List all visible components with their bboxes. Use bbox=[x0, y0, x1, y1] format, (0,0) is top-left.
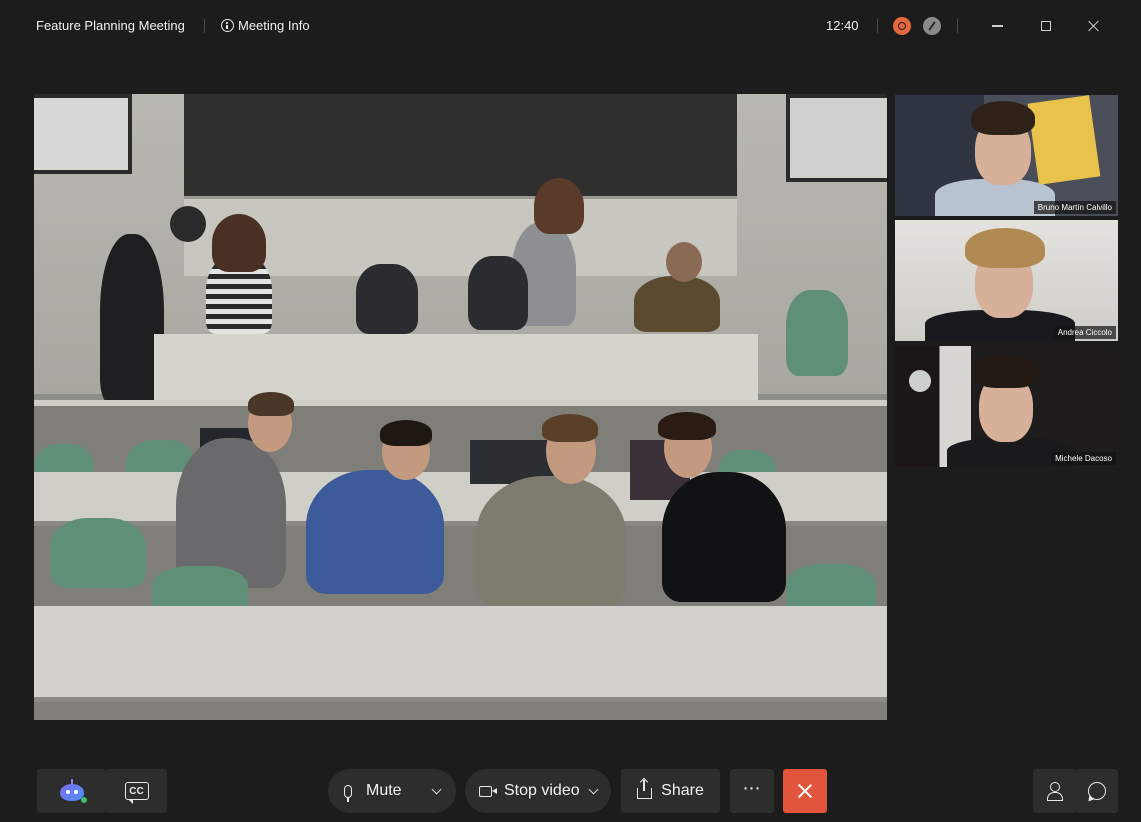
video-chair bbox=[786, 290, 848, 376]
participant-hair bbox=[965, 228, 1045, 268]
status-separator bbox=[957, 19, 958, 33]
video-person-hair bbox=[380, 420, 432, 446]
chevron-down-icon[interactable] bbox=[431, 784, 442, 794]
share-icon bbox=[637, 779, 653, 799]
video-person-hair bbox=[248, 392, 294, 416]
chat-button[interactable] bbox=[1076, 769, 1118, 813]
video-person bbox=[634, 276, 720, 332]
video-chair bbox=[468, 256, 528, 330]
closed-captions-button[interactable]: CC bbox=[106, 769, 167, 813]
chat-icon bbox=[1088, 782, 1106, 800]
maximize-button[interactable] bbox=[1032, 12, 1060, 40]
participant-tile[interactable]: Michele Dacoso bbox=[895, 346, 1118, 467]
end-call-button[interactable] bbox=[783, 769, 827, 813]
close-window-button[interactable] bbox=[1080, 12, 1108, 40]
video-person bbox=[476, 476, 626, 606]
video-person-hair bbox=[542, 414, 598, 442]
video-front-desk bbox=[154, 334, 758, 406]
share-label: Share bbox=[661, 782, 704, 799]
close-icon bbox=[1088, 20, 1100, 32]
video-person-head bbox=[534, 178, 584, 234]
video-blackboard bbox=[184, 94, 737, 196]
share-button[interactable]: Share bbox=[621, 769, 720, 813]
tile-book bbox=[1027, 95, 1101, 185]
participants-icon bbox=[1046, 782, 1064, 801]
video-person bbox=[662, 472, 786, 602]
mute-label: Mute bbox=[366, 782, 402, 799]
video-person-head bbox=[170, 206, 206, 242]
ai-assistant-icon bbox=[58, 779, 87, 803]
meeting-info-button[interactable]: Meeting Info bbox=[221, 18, 310, 33]
camera-icon bbox=[479, 785, 497, 797]
info-circle-icon bbox=[221, 19, 234, 32]
participants-button[interactable] bbox=[1033, 769, 1076, 813]
clock-separator bbox=[877, 19, 878, 33]
title-bar: Feature Planning Meeting Meeting Info 12… bbox=[0, 0, 1141, 52]
participant-tile[interactable]: Andrea Ciccolo bbox=[895, 220, 1118, 341]
video-person-head bbox=[666, 242, 702, 282]
video-person-hair bbox=[658, 412, 716, 440]
stop-video-label: Stop video bbox=[504, 782, 580, 799]
video-person-head bbox=[212, 214, 266, 272]
participant-tile[interactable]: Bruno Martín Calvillo bbox=[895, 95, 1118, 216]
participant-hair bbox=[973, 354, 1039, 388]
participant-hair bbox=[971, 101, 1035, 135]
video-wall-panel bbox=[184, 196, 737, 276]
participant-name: Andrea Ciccolo bbox=[1053, 326, 1116, 339]
video-monitor-right bbox=[786, 94, 887, 182]
microphone-icon bbox=[344, 784, 352, 802]
end-call-icon bbox=[797, 783, 813, 799]
participant-name: Bruno Martín Calvillo bbox=[1033, 201, 1116, 214]
chevron-down-icon[interactable] bbox=[588, 784, 599, 794]
minimize-button[interactable] bbox=[983, 12, 1011, 40]
closed-captions-icon: CC bbox=[124, 782, 149, 804]
video-chair bbox=[50, 518, 146, 588]
video-desk-row bbox=[34, 606, 887, 702]
maximize-icon bbox=[1041, 21, 1051, 31]
participant-name: Michele Dacoso bbox=[1051, 452, 1116, 465]
meeting-title: Feature Planning Meeting bbox=[36, 18, 185, 33]
main-video-stage[interactable] bbox=[34, 94, 887, 720]
title-separator bbox=[204, 19, 205, 33]
video-chair bbox=[356, 264, 418, 334]
video-person bbox=[306, 470, 444, 594]
tile-coin bbox=[909, 370, 931, 392]
meeting-clock: 12:40 bbox=[826, 18, 859, 33]
recording-indicator-icon[interactable] bbox=[893, 17, 911, 35]
video-monitor-left bbox=[34, 94, 132, 174]
stop-video-button[interactable]: Stop video bbox=[465, 769, 611, 813]
minimize-icon bbox=[991, 25, 1003, 27]
mute-button[interactable]: Mute bbox=[328, 769, 456, 813]
more-icon: ⋯ bbox=[742, 777, 762, 798]
tool-indicator-icon[interactable] bbox=[923, 17, 941, 35]
more-options-button[interactable]: ⋯ bbox=[730, 769, 774, 813]
meeting-info-label: Meeting Info bbox=[238, 18, 310, 33]
ai-assistant-button[interactable] bbox=[37, 769, 106, 813]
